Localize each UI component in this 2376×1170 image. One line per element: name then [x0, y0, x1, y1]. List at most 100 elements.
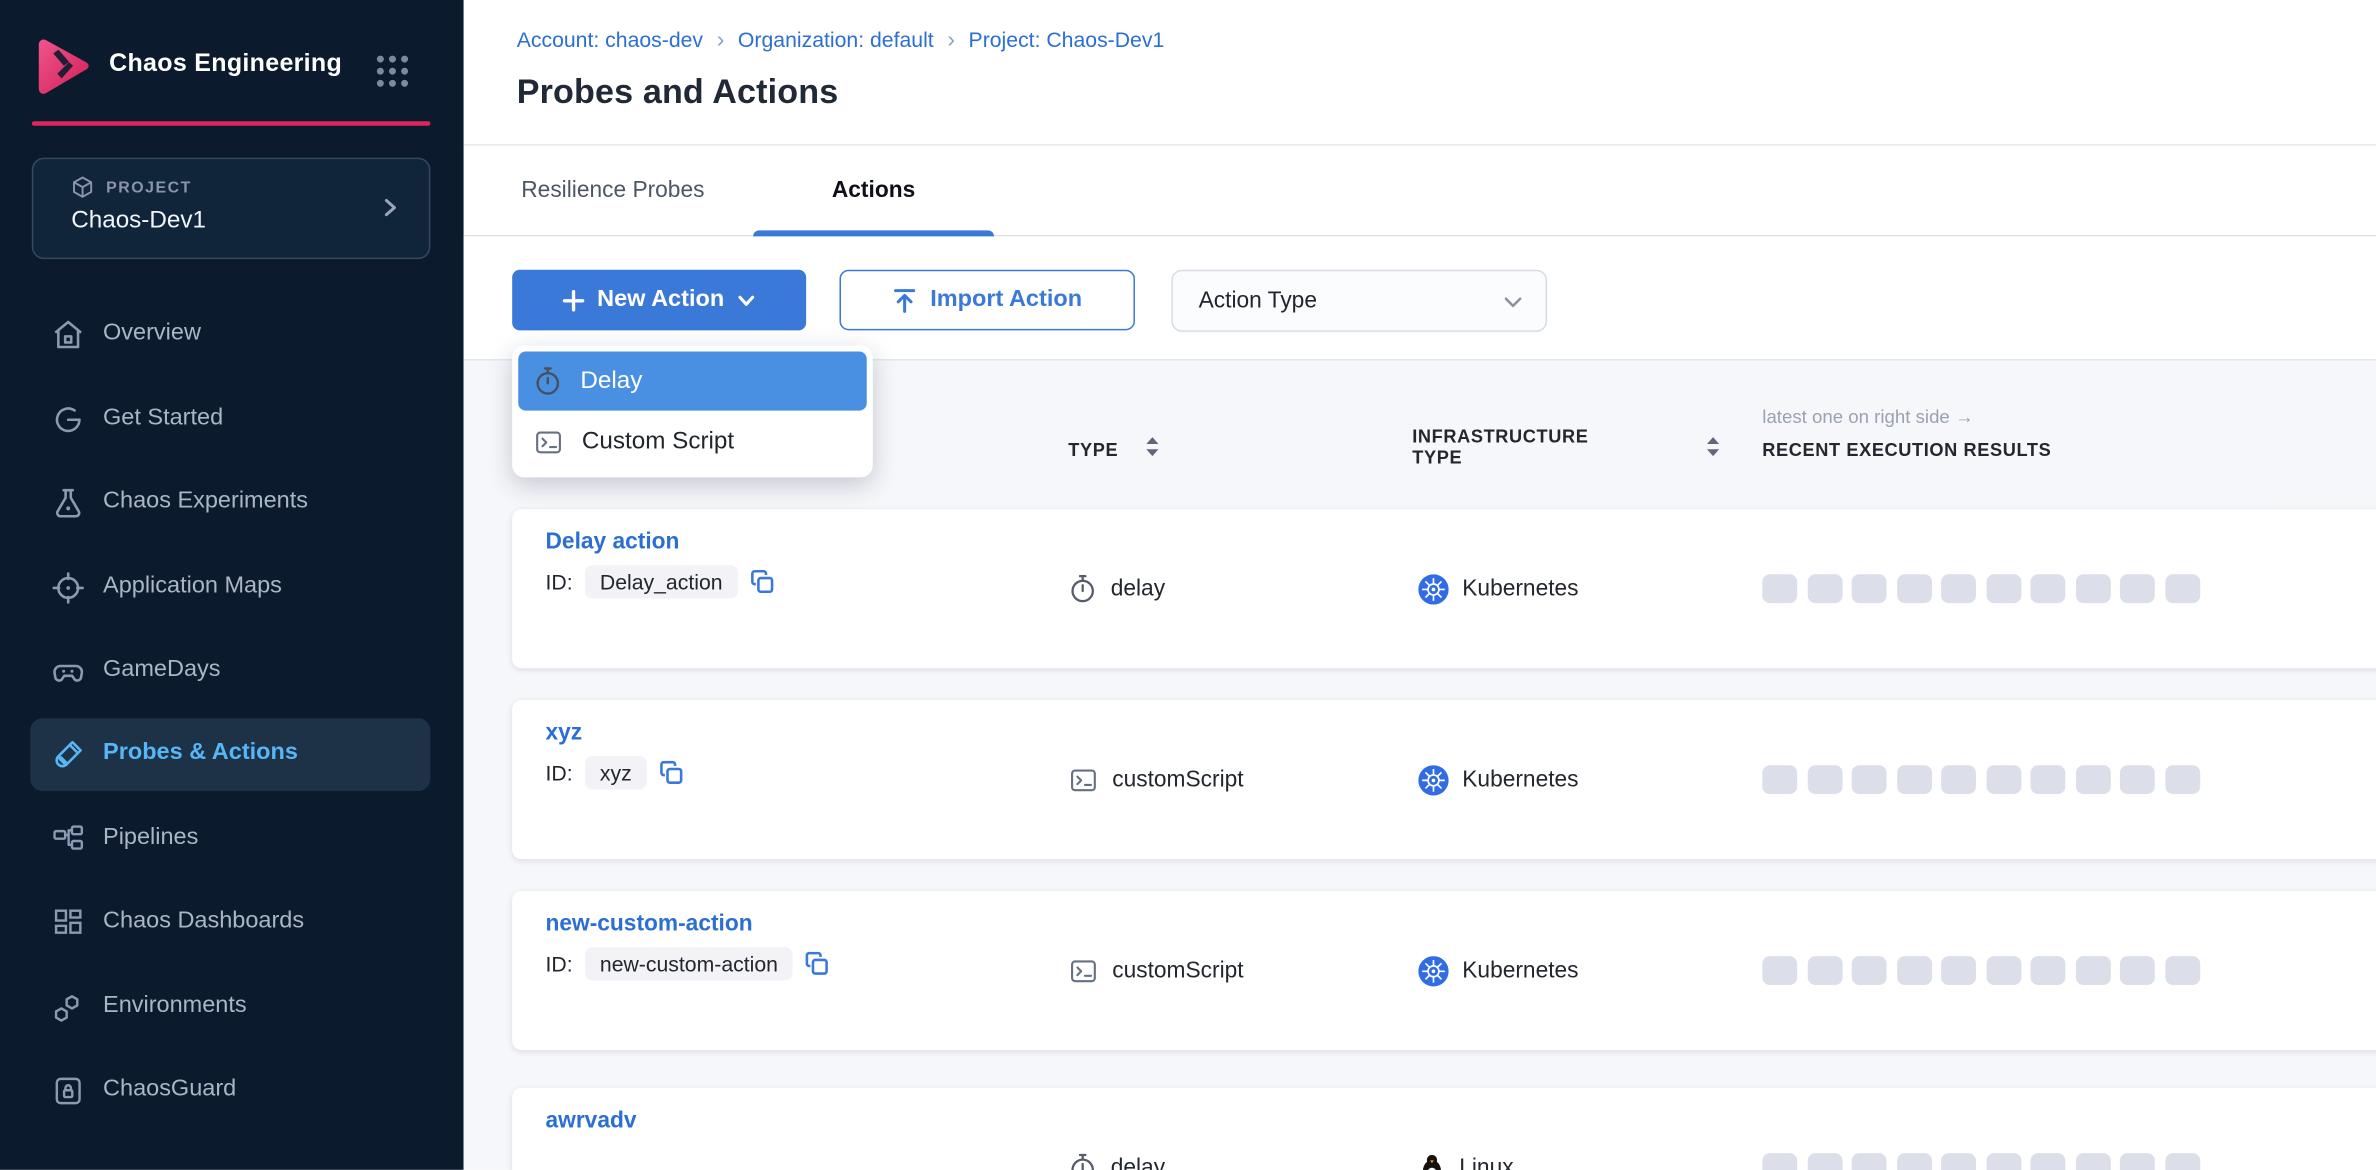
result-placeholder [2031, 1154, 2066, 1170]
sidebar-header: Chaos Engineering [0, 0, 464, 121]
test-tube-icon [50, 736, 86, 772]
action-type-select[interactable]: Action Type [1171, 270, 1547, 332]
id-label: ID: [546, 951, 573, 975]
id-label: ID: [546, 760, 573, 784]
sidebar-item-probes-actions[interactable]: Probes & Actions [30, 718, 430, 791]
result-placeholder [1852, 957, 1887, 985]
infrastructure-cell: Kubernetes [1418, 891, 1578, 1050]
module-switcher-icon[interactable] [373, 52, 412, 91]
action-name-link[interactable]: Delay action [546, 529, 680, 555]
result-placeholder [1807, 575, 1842, 603]
sidebar-item-chaos-experiments[interactable]: Chaos Experiments [30, 467, 430, 540]
kubernetes-icon [1418, 574, 1448, 604]
copy-icon[interactable] [805, 951, 829, 975]
result-placeholder [2075, 766, 2110, 794]
sidebar-item-chaosguard[interactable]: ChaosGuard [30, 1055, 430, 1128]
result-placeholder [1852, 766, 1887, 794]
table-row[interactable]: awrvadv delay Linux [512, 1088, 2376, 1170]
menu-item-delay[interactable]: Delay [518, 352, 867, 411]
new-action-label: New Action [597, 286, 724, 313]
action-name-link[interactable]: awrvadv [546, 1108, 637, 1134]
chevron-right-icon [377, 195, 401, 219]
main-content: Account: chaos-dev › Organization: default… [464, 0, 2376, 1170]
menu-item-custom-script[interactable]: Custom Script [518, 412, 867, 471]
result-placeholder [1986, 957, 2021, 985]
actions-table: TYPE INFRASTRUCTURE TYPE latest one on r… [464, 361, 2376, 1170]
result-placeholder [1986, 575, 2021, 603]
caret-down-icon [736, 290, 756, 310]
result-placeholder [1941, 575, 1976, 603]
breadcrumb-account-link[interactable]: Account: chaos-dev [517, 27, 703, 51]
result-placeholder [1852, 575, 1887, 603]
import-action-button[interactable]: Import Action [839, 270, 1134, 331]
column-header-type[interactable]: TYPE [1068, 439, 1118, 460]
pipelines-icon [50, 821, 86, 857]
type-cell: customScript [1070, 891, 1244, 1050]
result-placeholder [1807, 1154, 1842, 1170]
sidebar-item-environments[interactable]: Environments [30, 971, 430, 1044]
infrastructure-value: Linux [1459, 1155, 1513, 1170]
page-title: Probes and Actions [517, 73, 839, 112]
table-row[interactable]: Delay action ID: Delay_action delay Kube… [512, 509, 2376, 668]
breadcrumb-organization-link[interactable]: Organization: default [738, 27, 934, 51]
active-tab-indicator [753, 230, 994, 236]
recent-execution-results [1762, 1088, 2199, 1170]
column-header-infrastructure-type[interactable]: INFRASTRUCTURE TYPE [1412, 426, 1597, 468]
result-placeholder [1941, 957, 1976, 985]
menu-item-label: Delay [580, 367, 642, 394]
tab-resilience-probes[interactable]: Resilience Probes [521, 177, 704, 203]
result-placeholder [2165, 1154, 2200, 1170]
sidebar-item-label: ChaosGuard [103, 1076, 236, 1103]
terminal-icon [1070, 766, 1097, 793]
new-action-button[interactable]: New Action [512, 270, 806, 331]
sidebar: Chaos Engineering PROJECT Chaos-Dev1 [0, 0, 464, 1170]
copy-icon[interactable] [659, 760, 683, 784]
result-placeholder [2031, 957, 2066, 985]
sidebar-item-label: Environments [103, 993, 247, 1020]
action-name-link[interactable]: xyz [546, 720, 583, 746]
project-selector[interactable]: PROJECT Chaos-Dev1 [32, 158, 431, 260]
result-placeholder [1986, 766, 2021, 794]
table-row[interactable]: new-custom-action ID: new-custom-action … [512, 891, 2376, 1050]
kubernetes-icon [1418, 764, 1448, 794]
copy-icon[interactable] [750, 569, 774, 593]
type-value: customScript [1112, 767, 1243, 793]
sort-icon[interactable] [1146, 436, 1160, 457]
result-placeholder [1986, 1154, 2021, 1170]
column-header-recent-execution-results: RECENT EXECUTION RESULTS [1762, 439, 2051, 460]
result-placeholder [1807, 766, 1842, 794]
action-id-row: ID: new-custom-action [546, 946, 830, 981]
breadcrumb-separator: › [717, 27, 725, 53]
breadcrumb-project-link[interactable]: Project: Chaos-Dev1 [969, 27, 1165, 51]
result-placeholder [2120, 1154, 2155, 1170]
sidebar-item-chaos-dashboards[interactable]: Chaos Dashboards [30, 886, 430, 959]
sidebar-item-label: Probes & Actions [103, 739, 298, 766]
infrastructure-cell: Linux [1418, 1088, 1513, 1170]
action-name-link[interactable]: new-custom-action [546, 911, 753, 937]
table-row[interactable]: xyz ID: xyz customScript Kubernetes [512, 700, 2376, 859]
sidebar-item-application-maps[interactable]: Application Maps [30, 552, 430, 625]
sidebar-item-label: GameDays [103, 656, 220, 683]
sidebar-item-label: Chaos Dashboards [103, 908, 304, 935]
sidebar-item-gamedays[interactable]: GameDays [30, 635, 430, 708]
sidebar-item-overview[interactable]: Overview [30, 299, 430, 372]
tab-actions[interactable]: Actions [753, 177, 994, 203]
result-placeholder [2165, 766, 2200, 794]
stopwatch-icon [1070, 574, 1096, 603]
sidebar-item-label: Application Maps [103, 573, 282, 600]
result-placeholder [2075, 957, 2110, 985]
chaos-engineering-logo-icon [36, 38, 91, 96]
result-placeholder [2075, 1154, 2110, 1170]
sort-icon[interactable] [1706, 436, 1720, 457]
sidebar-item-get-started[interactable]: Get Started [30, 383, 430, 456]
chevron-down-icon [1502, 291, 1525, 314]
result-placeholder [2165, 575, 2200, 603]
sidebar-item-pipelines[interactable]: Pipelines [30, 803, 430, 876]
upload-icon [892, 287, 916, 313]
result-placeholder [1852, 1154, 1887, 1170]
infrastructure-cell: Kubernetes [1418, 700, 1578, 859]
result-placeholder [2031, 575, 2066, 603]
stopwatch-icon [535, 367, 561, 396]
terminal-icon [1070, 957, 1097, 984]
sidebar-item-label: Pipelines [103, 824, 198, 851]
